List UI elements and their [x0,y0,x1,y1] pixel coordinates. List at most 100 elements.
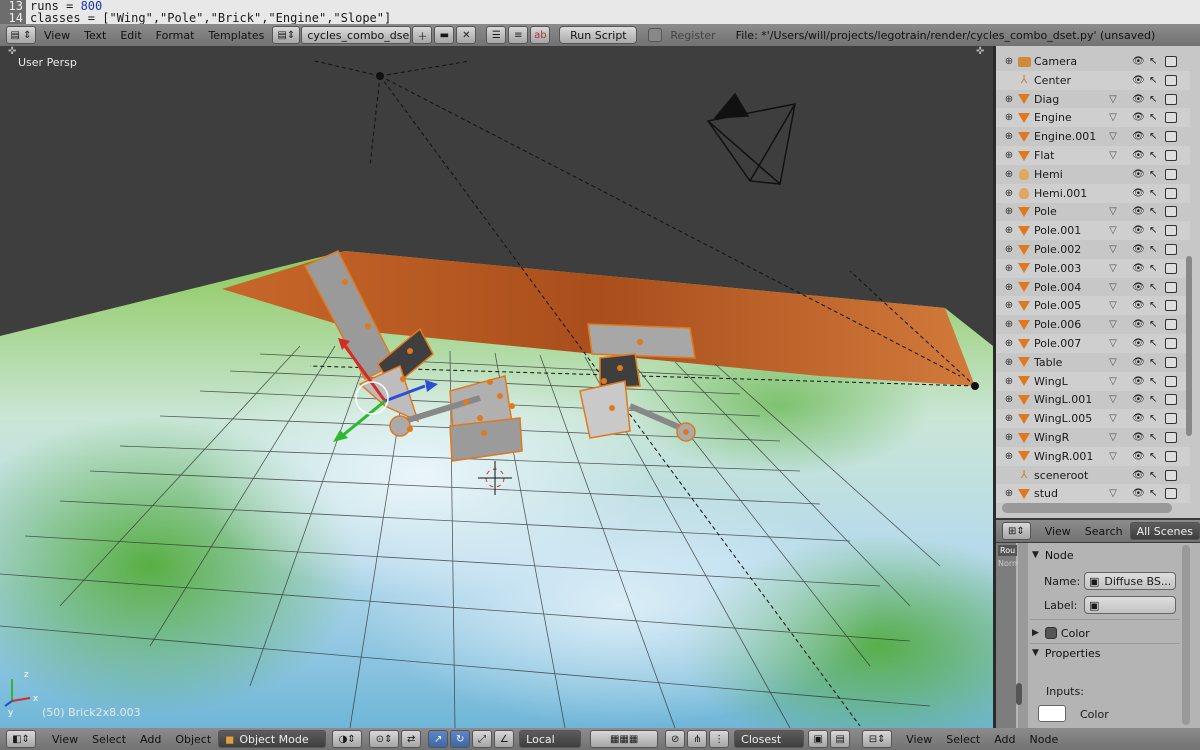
expand-icon[interactable]: ⊕ [1002,244,1016,255]
expand-icon[interactable]: ⊕ [1002,263,1016,274]
menu-format[interactable]: Format [149,26,202,44]
outliner-item[interactable]: ⊕ Pole.001 ▽ 👁 ↖ [996,221,1190,241]
visibility-eye-icon[interactable]: 👁 [1132,357,1145,368]
outliner-item[interactable]: ⊕ Diag ▽ 👁 ↖ [996,90,1190,109]
menu-edit[interactable]: Edit [113,26,148,44]
outliner-item-name[interactable]: Camera [1034,55,1102,68]
render-camera-icon[interactable] [1165,168,1177,180]
expand-icon[interactable]: ⊕ [1002,376,1016,387]
outliner-item-name[interactable]: Pole [1034,205,1102,218]
outliner-item-name[interactable]: WingL.001 [1034,393,1102,406]
outliner-item-name[interactable]: Diag [1034,93,1102,106]
mode-select[interactable]: ◼ Object Mode [218,730,327,748]
menu-text[interactable]: Text [77,26,113,44]
visibility-eye-icon[interactable]: 👁 [1132,319,1145,330]
render-camera-icon[interactable] [1165,450,1177,462]
outliner-item[interactable]: ⅄ sceneroot 👁 ↖ [996,466,1190,485]
visibility-eye-icon[interactable]: 👁 [1132,94,1145,105]
outliner-item-name[interactable]: WingL [1034,375,1102,388]
visibility-eye-icon[interactable]: 👁 [1132,300,1145,311]
node-menu-node[interactable]: Node [1023,730,1066,748]
outliner-item-name[interactable]: WingR.001 [1034,450,1102,463]
outliner-item-name[interactable]: sceneroot [1034,469,1102,482]
outliner-menu-view[interactable]: View [1038,522,1078,540]
outliner-item[interactable]: ⊕ Hemi.001 👁 ↖ [996,183,1190,203]
props-scrollbar[interactable] [1182,545,1190,725]
outliner-item[interactable]: ⊕ Hemi 👁 ↖ [996,165,1190,184]
expand-icon[interactable]: ⊕ [1002,488,1016,499]
outliner-item[interactable]: ⊕ Pole.006 ▽ 👁 ↖ [996,315,1190,334]
outliner-item[interactable]: ⊕ WingL.005 ▽ 👁 ↖ [996,409,1190,429]
outliner-item-name[interactable]: Hemi.001 [1034,187,1102,200]
selectability-cursor-icon[interactable]: ↖ [1149,451,1157,462]
render-camera-icon[interactable] [1165,262,1177,274]
visibility-eye-icon[interactable]: 👁 [1132,282,1145,293]
outliner-item-name[interactable]: Pole.002 [1034,243,1102,256]
outliner-item[interactable]: ⊕ Pole.003 ▽ 👁 ↖ [996,258,1190,278]
outliner-item-name[interactable]: Pole.006 [1034,318,1102,331]
orientation-select[interactable]: Local [519,730,582,748]
visibility-eye-icon[interactable]: 👁 [1132,131,1145,142]
visibility-eye-icon[interactable]: 👁 [1132,169,1145,180]
render-camera-icon[interactable] [1165,56,1177,67]
expand-icon[interactable]: ⊕ [1002,319,1016,330]
corner-resize-icon[interactable]: ✜ [976,46,988,58]
outliner-menu-search[interactable]: Search [1078,522,1130,540]
render-camera-icon[interactable] [1165,206,1177,218]
expand-icon[interactable]: ⊕ [1002,300,1016,311]
visibility-eye-icon[interactable]: 👁 [1132,56,1145,67]
selectability-cursor-icon[interactable]: ↖ [1149,394,1157,405]
outliner-item-name[interactable]: Pole.007 [1034,337,1102,350]
selectability-cursor-icon[interactable]: ↖ [1149,300,1157,311]
outliner-panel[interactable]: ⊕ Camera 👁 ↖ ⅄ Center 👁 ↖ ⊕ Diag ▽ 👁 ↖ ⊕ Engine ▽ 👁 ↖ ⊕ Eng… [996,46,1200,518]
pivot-point-icon[interactable]: ⊙⇕ [369,730,400,748]
node-menu-select[interactable]: Select [939,730,987,748]
outliner-item-name[interactable]: WingL.005 [1034,412,1102,425]
outliner-hscrollbar[interactable] [1002,503,1172,513]
render-camera-icon[interactable] [1165,225,1177,237]
outliner-item-name[interactable]: Engine [1034,111,1102,124]
script-name-field[interactable]: cycles_combo_dse... [301,26,412,44]
render-camera-icon[interactable] [1165,187,1177,199]
outliner-item-name[interactable]: Pole.001 [1034,224,1102,237]
selectability-cursor-icon[interactable]: ↖ [1149,150,1157,161]
outliner-editor-type-icon[interactable]: ⊞⇕ [1002,522,1031,540]
open-text-icon[interactable]: ▬ [434,26,455,44]
color-panel-checkbox[interactable] [1044,627,1057,639]
selectability-cursor-icon[interactable]: ↖ [1149,282,1157,293]
visibility-eye-icon[interactable]: 👁 [1132,244,1145,255]
selectability-cursor-icon[interactable]: ↖ [1149,319,1157,330]
outliner-item[interactable]: ⊕ Table ▽ 👁 ↖ [996,353,1190,372]
expand-icon[interactable]: ⊕ [1002,188,1016,199]
selectability-cursor-icon[interactable]: ↖ [1149,188,1157,199]
expand-icon[interactable]: ⊕ [1002,413,1016,424]
outliner-item-name[interactable]: Pole.003 [1034,262,1102,275]
snap-element-icon[interactable]: ⋮ [709,730,730,748]
outliner-item[interactable]: ⅄ Center 👁 ↖ [996,70,1190,90]
node-label-field[interactable]: ▣ [1084,596,1176,614]
outliner-item[interactable]: ⊕ WingR ▽ 👁 ↖ [996,428,1190,447]
selectability-cursor-icon[interactable]: ↖ [1149,131,1157,142]
node-properties-panel[interactable]: Rou Norm ▼ Node Name: ▣ Diffuse BS... Labe… [996,543,1200,728]
visibility-eye-icon[interactable]: 👁 [1132,150,1145,161]
shading-mode-icon[interactable]: ◑⇕ [332,730,363,748]
text-browse-icon[interactable]: ▤⇕ [272,26,301,44]
editor-type-menu[interactable]: ▤ ⇕ [6,26,36,44]
expand-icon[interactable]: ⊕ [1002,338,1016,349]
node-editor-type-icon[interactable]: ⊟⇕ [862,730,893,748]
selectability-cursor-icon[interactable]: ↖ [1149,470,1157,481]
render-camera-icon[interactable] [1165,244,1177,255]
manipulator-toggle-icon[interactable]: ⇄ [401,730,422,748]
vp-menu-view[interactable]: View [45,730,85,748]
render-camera-icon[interactable] [1165,432,1177,443]
outliner-item-name[interactable]: Flat [1034,149,1102,162]
expand-icon[interactable]: ⊕ [1002,225,1016,236]
node-name-field[interactable]: ▣ Diffuse BS... [1084,572,1176,590]
opengl-render-icon[interactable]: ▣ [808,730,829,748]
render-camera-icon[interactable] [1165,356,1177,368]
scale-manipulator-icon[interactable]: ⤢ [472,730,493,748]
outliner-item[interactable]: ⊕ Camera 👁 ↖ [996,52,1190,71]
outliner-item[interactable]: ⊕ Pole ▽ 👁 ↖ [996,202,1190,221]
render-camera-icon[interactable] [1165,131,1177,143]
visibility-eye-icon[interactable]: 👁 [1132,338,1145,349]
